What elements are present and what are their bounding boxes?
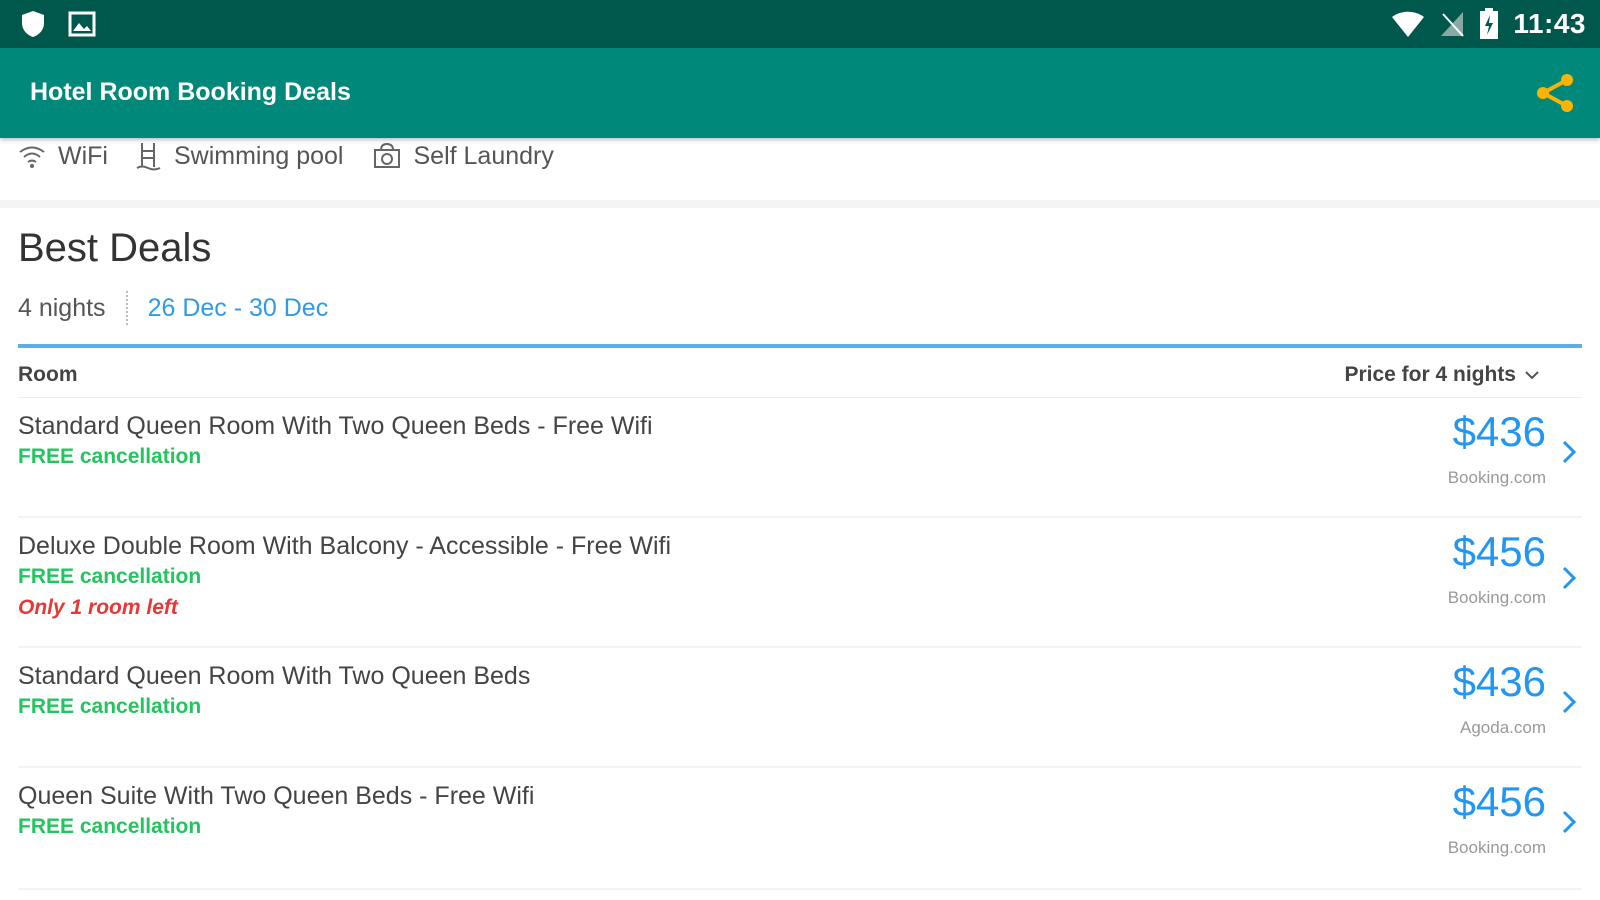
section-divider — [0, 200, 1600, 208]
room-price: $456 — [1452, 528, 1546, 575]
chevron-right-icon[interactable] — [1560, 438, 1578, 466]
section-title: Best Deals — [18, 226, 212, 270]
table-header: Room Price for 4 nights — [18, 352, 1582, 398]
room-row[interactable]: Standard Queen Room With Two Queen Beds … — [18, 648, 1582, 768]
availability-warning: Only 1 room left — [18, 596, 178, 619]
wifi-icon — [1392, 11, 1425, 37]
no-signal-icon — [1441, 12, 1465, 37]
status-time: 11:43 — [1513, 8, 1586, 39]
provider-name: Booking.com — [1447, 588, 1546, 607]
room-row[interactable]: Standard Queen Room With Two Queen Beds … — [18, 398, 1582, 518]
cancellation-badge: FREE cancellation — [18, 695, 202, 718]
room-name: Standard Queen Room With Two Queen Beds — [18, 662, 531, 690]
room-list: Standard Queen Room With Two Queen Beds … — [18, 398, 1582, 890]
section-underline — [18, 344, 1582, 348]
provider-name: Agoda.com — [1460, 718, 1546, 737]
room-name: Queen Suite With Two Queen Beds - Free W… — [18, 782, 535, 810]
app-title: Hotel Room Booking Deals — [30, 78, 351, 106]
date-range-link[interactable]: 26 Dec - 30 Dec — [148, 294, 329, 323]
share-icon[interactable] — [1534, 72, 1576, 114]
price-sort-dropdown[interactable]: Price for 4 nights — [1344, 363, 1540, 387]
room-price: $456 — [1452, 778, 1546, 825]
nights-count: 4 nights — [18, 293, 106, 322]
amenity-label: Self Laundry — [413, 141, 554, 170]
room-row[interactable]: Deluxe Double Room With Balcony - Access… — [18, 518, 1582, 648]
battery-icon — [1480, 8, 1499, 39]
wifi-icon — [19, 146, 45, 168]
amenity-label: Swimming pool — [173, 141, 344, 170]
app-bar: Hotel Room Booking Deals — [0, 48, 1600, 138]
room-row[interactable]: Queen Suite With Two Queen Beds - Free W… — [18, 768, 1582, 890]
image-icon — [68, 11, 96, 37]
laundry-icon — [373, 142, 400, 168]
vertical-separator — [125, 291, 128, 325]
chevron-right-icon[interactable] — [1560, 564, 1578, 592]
amenity-wifi: WiFi — [18, 142, 108, 171]
status-bar: 11:43 — [0, 0, 1600, 48]
room-column-header: Room — [18, 362, 78, 386]
room-name: Standard Queen Room With Two Queen Beds … — [18, 412, 653, 440]
room-price: $436 — [1452, 658, 1546, 705]
amenities-list: WiFi Swimming pool Self Laundry — [18, 140, 582, 172]
shield-icon — [22, 11, 44, 37]
price-column-header: Price for 4 nights — [1344, 362, 1516, 386]
cancellation-badge: FREE cancellation — [18, 815, 202, 838]
cancellation-badge: FREE cancellation — [18, 565, 202, 588]
provider-name: Booking.com — [1447, 468, 1546, 487]
stay-summary: 4 nights 26 Dec - 30 Dec — [18, 291, 328, 325]
room-name: Deluxe Double Room With Balcony - Access… — [18, 532, 672, 560]
chevron-right-icon[interactable] — [1560, 808, 1578, 836]
room-price: $436 — [1452, 408, 1546, 455]
chevron-down-icon — [1525, 370, 1539, 379]
amenity-label: WiFi — [58, 141, 108, 170]
amenity-self-laundry: Self Laundry — [372, 142, 554, 171]
pool-ladder-icon — [136, 143, 161, 171]
chevron-right-icon[interactable] — [1560, 688, 1578, 716]
cancellation-badge: FREE cancellation — [18, 445, 202, 468]
provider-name: Booking.com — [1447, 838, 1546, 857]
amenity-swimming-pool: Swimming pool — [136, 141, 344, 171]
